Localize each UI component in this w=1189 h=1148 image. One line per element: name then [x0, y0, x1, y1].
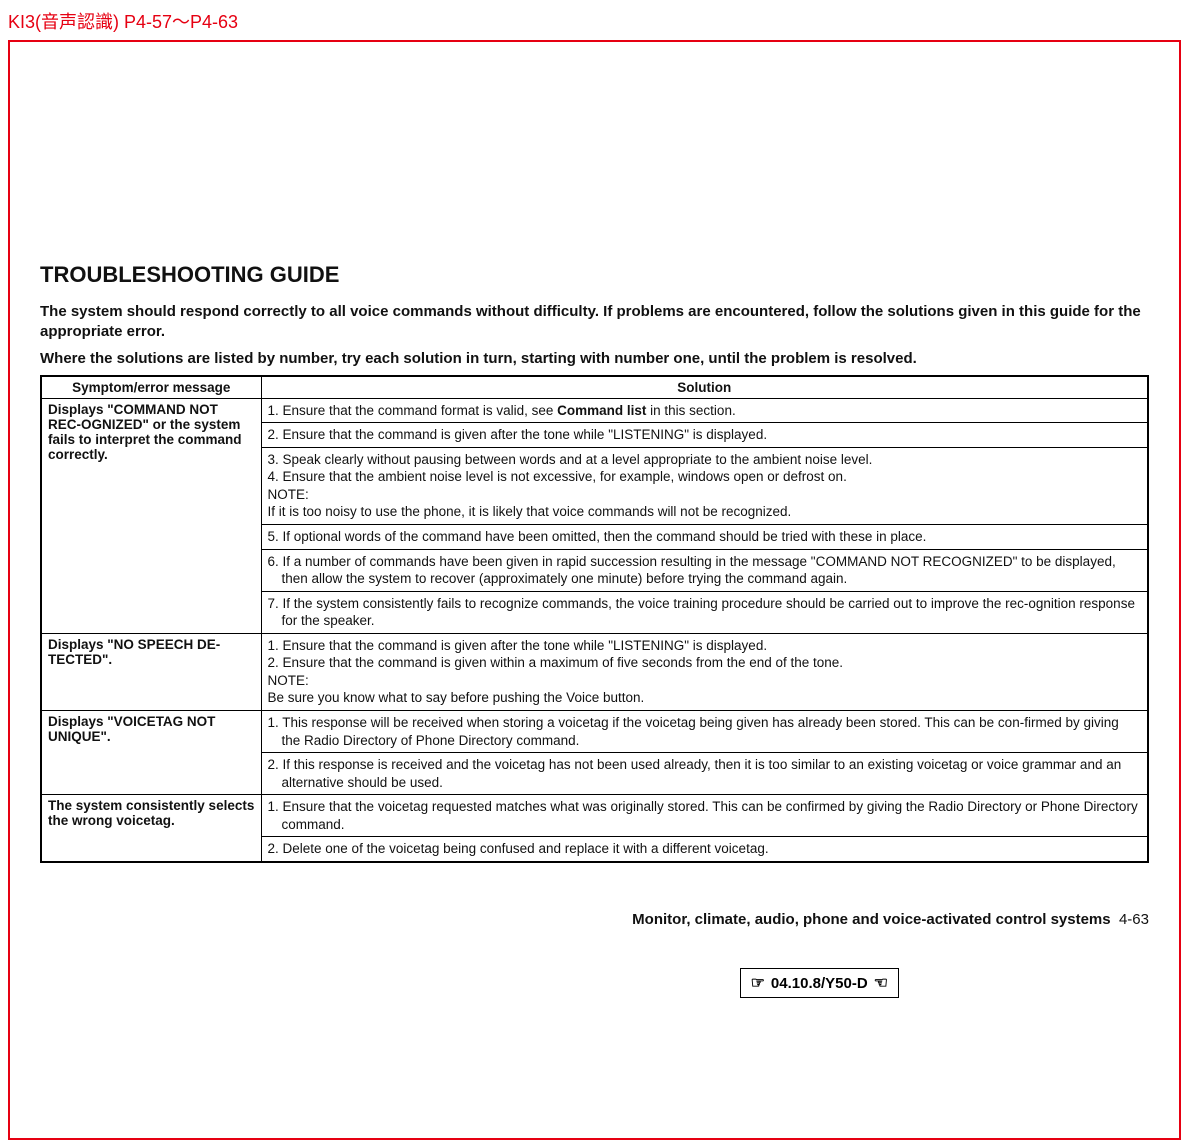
- intro-text-2: Where the solutions are listed by number…: [40, 349, 1149, 369]
- solution-cell: 1. Ensure that the command is given afte…: [261, 633, 1148, 710]
- solution-text: Be sure you know what to say before push…: [268, 689, 1142, 707]
- solution-text: NOTE:: [268, 672, 1142, 690]
- page-title: TROUBLESHOOTING GUIDE: [40, 262, 1149, 288]
- symptom-cell: The system consistently selects the wron…: [41, 795, 261, 862]
- date-text: 04.10.8/Y50-D: [771, 975, 868, 992]
- symptom-cell: Displays "NO SPEECH DE-TECTED".: [41, 633, 261, 710]
- troubleshooting-table: Symptom/error message Solution Displays …: [40, 375, 1149, 863]
- solution-text: 2. Ensure that the command is given afte…: [268, 426, 1142, 444]
- solution-bold: Command list: [557, 403, 646, 418]
- solution-text: If it is too noisy to use the phone, it …: [268, 503, 1142, 521]
- solution-cell: 7. If the system consistently fails to r…: [261, 591, 1148, 633]
- solution-cell: 3. Speak clearly without pausing between…: [261, 447, 1148, 524]
- solution-text: 5. If optional words of the command have…: [268, 528, 1142, 546]
- solution-cell: 1. Ensure that the voicetag requested ma…: [261, 795, 1148, 837]
- date-box: ☞ 04.10.8/Y50-D ☜: [740, 968, 899, 998]
- solution-cell: 6. If a number of commands have been giv…: [261, 549, 1148, 591]
- solution-text: in this section.: [646, 403, 735, 418]
- table-header-symptom: Symptom/error message: [41, 376, 261, 399]
- table-row: Displays "VOICETAG NOT UNIQUE". 1. This …: [41, 710, 1148, 752]
- solution-text: 2. Ensure that the command is given with…: [268, 654, 1142, 672]
- solution-text: 1. Ensure that the command format is val…: [268, 403, 558, 418]
- table-row: Displays "COMMAND NOT REC-OGNIZED" or th…: [41, 398, 1148, 423]
- table-row: The system consistently selects the wron…: [41, 795, 1148, 837]
- solution-cell: 5. If optional words of the command have…: [261, 525, 1148, 550]
- solution-text: 2. If this response is received and the …: [268, 756, 1142, 791]
- solution-text: NOTE:: [268, 486, 1142, 504]
- solution-cell: 2. Ensure that the command is given afte…: [261, 423, 1148, 448]
- solution-text: 3. Speak clearly without pausing between…: [268, 451, 1142, 469]
- table-header-solution: Solution: [261, 376, 1148, 399]
- symptom-cell: Displays "COMMAND NOT REC-OGNIZED" or th…: [41, 398, 261, 633]
- solution-text: 2. Delete one of the voicetag being conf…: [268, 840, 1142, 858]
- solution-text: 1. This response will be received when s…: [268, 714, 1142, 749]
- solution-text: 7. If the system consistently fails to r…: [268, 595, 1142, 630]
- symptom-cell: Displays "VOICETAG NOT UNIQUE".: [41, 710, 261, 794]
- solution-cell: 2. If this response is received and the …: [261, 753, 1148, 795]
- solution-text: 1. Ensure that the voicetag requested ma…: [268, 798, 1142, 833]
- solution-cell: 1. Ensure that the command format is val…: [261, 398, 1148, 423]
- table-row: Displays "NO SPEECH DE-TECTED". 1. Ensur…: [41, 633, 1148, 710]
- solution-text: 4. Ensure that the ambient noise level i…: [268, 468, 1142, 486]
- solution-cell: 1. This response will be received when s…: [261, 710, 1148, 752]
- header-label: KI3(音声認識) P4-57〜P4-63: [0, 0, 1189, 34]
- page-footer: Monitor, climate, audio, phone and voice…: [632, 911, 1149, 928]
- pointing-left-icon: ☜: [874, 973, 888, 993]
- solution-text: 6. If a number of commands have been giv…: [268, 553, 1142, 588]
- pointing-right-icon: ☞: [751, 973, 765, 993]
- page-frame: TROUBLESHOOTING GUIDE The system should …: [8, 40, 1181, 1140]
- footer-section: Monitor, climate, audio, phone and voice…: [632, 911, 1110, 928]
- footer-page-number: 4-63: [1119, 911, 1149, 928]
- solution-text: 1. Ensure that the command is given afte…: [268, 637, 1142, 655]
- solution-cell: 2. Delete one of the voicetag being conf…: [261, 837, 1148, 862]
- intro-text-1: The system should respond correctly to a…: [40, 302, 1149, 343]
